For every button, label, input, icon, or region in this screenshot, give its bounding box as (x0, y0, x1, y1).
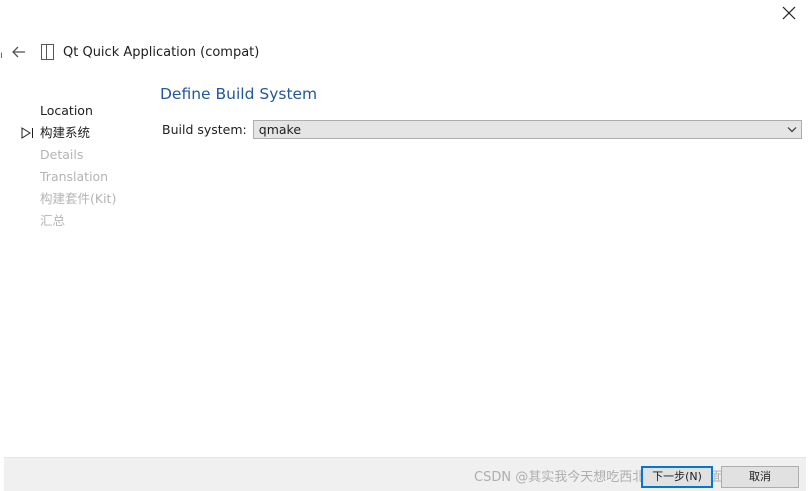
step-label: Translation (40, 169, 109, 184)
page-title: Define Build System (160, 85, 318, 103)
build-system-value: qmake (258, 122, 302, 137)
next-button[interactable]: 下一步(N) (641, 466, 713, 488)
back-arrow-icon[interactable] (10, 42, 30, 62)
step-label: 构建系统 (40, 125, 91, 140)
current-step-arrow-icon (21, 127, 33, 139)
step-build-system: 构建系统 (20, 123, 116, 145)
build-system-select[interactable]: qmake (252, 120, 802, 139)
build-system-row: Build system: qmake (162, 120, 802, 139)
wizard-steps: Location 构建系统 Details Translation 构建套件(K… (20, 101, 116, 233)
close-icon[interactable] (780, 4, 798, 22)
step-kits: 构建套件(Kit) (20, 189, 116, 211)
step-label: 构建套件(Kit) (40, 191, 117, 206)
step-summary: 汇总 (20, 211, 116, 233)
chevron-down-icon (787, 127, 797, 133)
wizard-title: Qt Quick Application (compat) (63, 44, 260, 60)
step-label: 汇总 (40, 213, 66, 228)
step-translation: Translation (20, 167, 116, 189)
button-bar: CSDN @其实我今天想吃西北黄焖羊肉板面 下一步(N) 取消 (4, 457, 806, 491)
step-location: Location (20, 101, 116, 123)
cancel-button[interactable]: 取消 (721, 466, 799, 488)
step-label: Location (40, 103, 93, 118)
wizard-window: ı Qt Quick Application (compat) Location… (0, 0, 810, 491)
document-icon (41, 44, 54, 60)
wizard-header: Qt Quick Application (compat) (10, 40, 259, 64)
edge-mark: ı (0, 50, 3, 61)
step-label: Details (40, 147, 84, 162)
step-details: Details (20, 145, 116, 167)
build-system-label: Build system: (162, 122, 247, 137)
